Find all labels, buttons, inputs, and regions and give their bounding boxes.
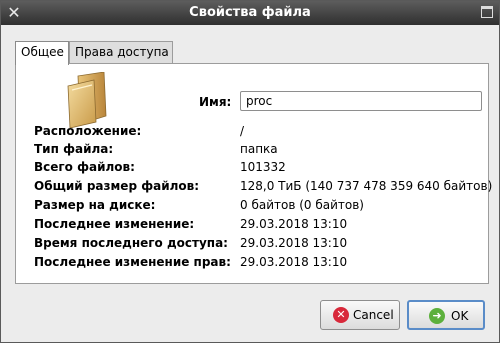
ok-button-label: OK <box>451 309 469 323</box>
general-panel: Имя: Расположение: / Тип файла: папка Вс… <box>15 63 493 284</box>
file-type-value: папка <box>240 142 278 156</box>
file-properties-dialog: ✕ Свойства файла Общее Права доступа Имя… <box>0 0 500 343</box>
total-files-label: Всего файлов: <box>34 160 135 174</box>
permissions-changed-value: 29.03.2018 13:10 <box>240 255 348 269</box>
cancel-icon: ✕ <box>333 307 349 323</box>
ok-button[interactable]: ➜ OK <box>407 300 485 330</box>
folder-icon <box>67 72 107 128</box>
last-modified-label: Последнее изменение: <box>34 217 195 231</box>
window-title: Свойства файла <box>189 5 311 20</box>
disk-size-value: 0 байтов (0 байтов) <box>240 198 364 212</box>
last-access-label: Время последнего доступа: <box>34 236 228 250</box>
name-label: Имя: <box>199 95 232 109</box>
tab-permissions-label: Права доступа <box>75 45 169 59</box>
total-files-value: 101332 <box>240 160 286 174</box>
last-access-value: 29.03.2018 13:10 <box>240 236 348 250</box>
location-value: / <box>240 124 245 138</box>
disk-size-label: Размер на диске: <box>34 198 156 212</box>
title-bar[interactable]: ✕ Свойства файла <box>1 1 499 25</box>
tab-general-label: Общее <box>21 45 64 59</box>
file-type-label: Тип файла: <box>34 142 114 156</box>
total-size-value: 128,0 ТиБ (140 737 478 359 640 байтов) <box>240 179 493 193</box>
cancel-button[interactable]: ✕ Cancel <box>320 300 400 330</box>
permissions-changed-label: Последнее изменение прав: <box>34 255 231 269</box>
tab-permissions[interactable]: Права доступа <box>69 41 173 63</box>
cancel-button-label: Cancel <box>353 308 394 322</box>
last-modified-value: 29.03.2018 13:10 <box>240 217 348 231</box>
name-input[interactable] <box>240 91 482 111</box>
maximize-icon[interactable] <box>481 6 493 18</box>
location-label: Расположение: <box>34 124 142 138</box>
ok-icon: ➜ <box>429 308 445 324</box>
total-size-label: Общий размер файлов: <box>34 179 200 193</box>
tab-general[interactable]: Общее <box>15 41 69 65</box>
